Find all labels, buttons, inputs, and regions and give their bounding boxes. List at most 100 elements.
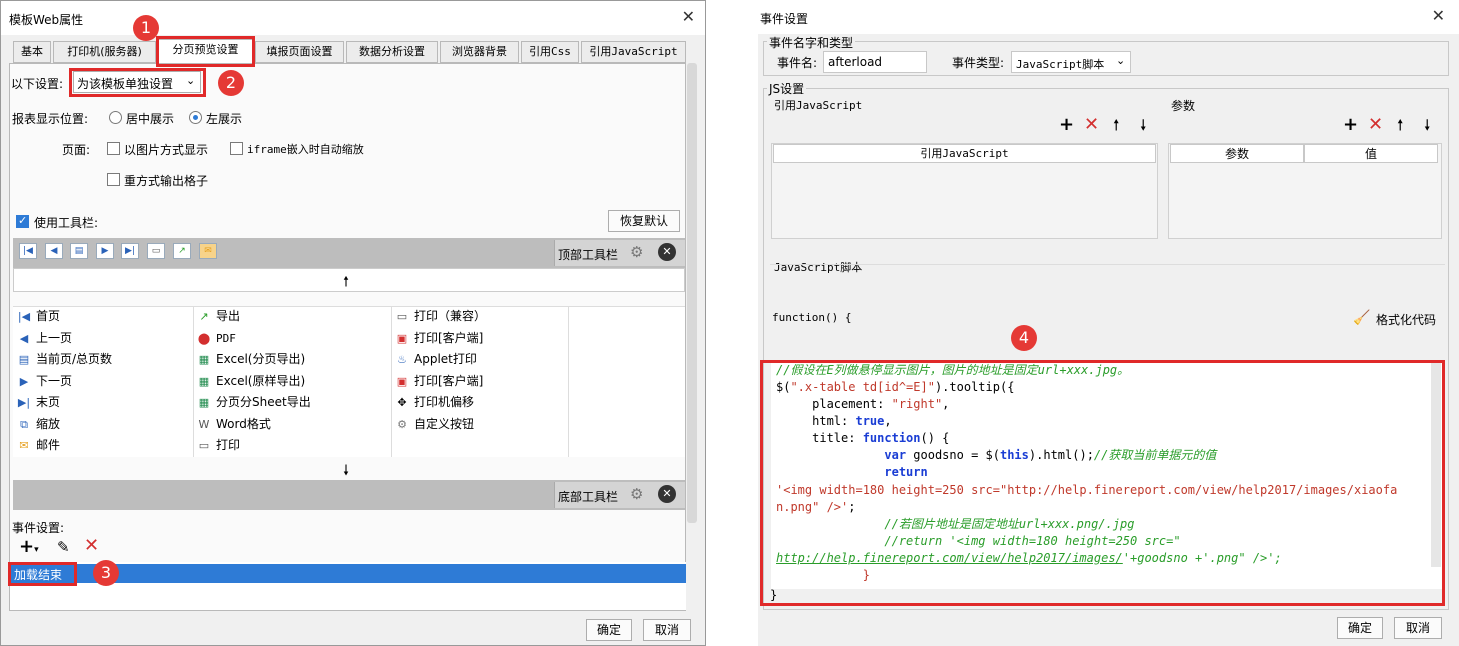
close-icon[interactable]: ✕ (682, 7, 695, 26)
arrow-up-icon[interactable]: 🠕 (1397, 115, 1403, 140)
ok-button[interactable]: 确定 (1337, 617, 1383, 639)
mail-icon[interactable]: ✉ (199, 243, 217, 259)
iframe-checkbox[interactable] (230, 142, 243, 155)
event-label: 事件设置: (12, 521, 65, 535)
pdf-icon: ⬤ (197, 332, 211, 345)
iframe-label: iframe嵌入时自动缩放 (247, 143, 364, 156)
toolbar-items-grid (13, 306, 685, 457)
list-item[interactable]: ⧉ 缩放 (13, 414, 60, 435)
export-icon: ↗ (199, 310, 209, 323)
edit-icon[interactable]: ✎ (57, 538, 70, 556)
next-page-icon: ▶ (19, 375, 29, 388)
zoom-icon: ⧉ (20, 418, 28, 431)
next-page-icon[interactable]: ▶ (96, 243, 114, 259)
ref-js-label: 引用JavaScript (774, 99, 863, 112)
print-icon: ▭ (396, 310, 408, 323)
mail-icon: ✉ (19, 439, 29, 452)
close-circle-icon[interactable]: ✕ (658, 485, 676, 503)
print-icon: ▭ (198, 439, 210, 452)
panel-scrollbar[interactable] (687, 63, 697, 523)
print-icon[interactable]: ▭ (147, 243, 165, 259)
add-icon[interactable]: + (1343, 114, 1358, 135)
tab-printer-server[interactable]: 打印机(服务器) (53, 41, 156, 63)
list-item[interactable]: ⬤ PDF (193, 328, 236, 349)
image-mode-checkbox[interactable] (107, 142, 120, 155)
first-page-icon[interactable]: |◀ (19, 243, 37, 259)
repeat-checkbox[interactable] (107, 173, 120, 186)
arrow-up-icon[interactable]: 🠕 (1113, 115, 1119, 140)
close-icon[interactable]: ✕ (1432, 6, 1445, 25)
list-item[interactable]: ▤ 当前页/总页数 (13, 349, 112, 370)
prev-page-icon: ◀ (19, 332, 29, 345)
gear-icon[interactable]: ⚙ (630, 485, 643, 503)
use-toolbar-checkbox[interactable] (16, 214, 29, 228)
event-name-input[interactable]: afterload (823, 51, 927, 73)
ref-js-header: 引用JavaScript (773, 144, 1156, 163)
arrow-down-icon[interactable]: 🠗 (1140, 115, 1146, 140)
center-radio[interactable] (109, 111, 122, 124)
gear-icon[interactable]: ⚙ (630, 243, 643, 261)
list-item[interactable]: ✥ 打印机偏移 (391, 392, 474, 413)
list-item[interactable]: W Word格式 (193, 414, 271, 435)
list-item[interactable]: ◀ 上一页 (13, 328, 72, 349)
prev-page-icon[interactable]: ◀ (45, 243, 63, 259)
tab-fill-page[interactable]: 填报页面设置 (255, 41, 344, 63)
word-icon: W (198, 418, 210, 431)
tab-browser-bg[interactable]: 浏览器背景 (440, 41, 519, 63)
list-item[interactable]: ⚙ 自定义按钮 (391, 414, 474, 435)
right-dialog-title: 事件设置 (760, 12, 809, 26)
tab-ref-css[interactable]: 引用Css (521, 41, 579, 63)
left-dialog-title: 模板Web属性 (9, 13, 84, 27)
arrow-up-icon: 🠕 (343, 274, 350, 290)
list-item[interactable]: ▦ Excel(分页导出) (193, 349, 305, 370)
tab-basic[interactable]: 基本 (13, 41, 51, 63)
list-item[interactable]: ▶ 下一页 (13, 371, 72, 392)
pdf-print-icon: ▣ (396, 332, 408, 345)
list-item[interactable]: ♨ Applet打印 (391, 349, 477, 370)
tab-ref-javascript[interactable]: 引用JavaScript (581, 41, 686, 63)
list-item[interactable]: ↗ 导出 (193, 306, 240, 327)
list-item[interactable]: ▦ 分页分Sheet导出 (193, 392, 311, 413)
cancel-button[interactable]: 取消 (1394, 617, 1442, 639)
cancel-button[interactable]: 取消 (643, 619, 691, 641)
list-item[interactable]: ▭ 打印（兼容） (391, 306, 486, 327)
right-titlebar: 事件设置 ✕ (758, 0, 1459, 34)
add-icon[interactable]: + (1059, 114, 1074, 135)
page-count-icon[interactable]: ▤ (70, 243, 88, 259)
delete-icon[interactable]: ✕ (1368, 114, 1383, 135)
restore-default-button[interactable]: 恢复默认 (608, 210, 680, 232)
add-icon[interactable]: +▾ (19, 536, 39, 557)
close-circle-icon[interactable]: ✕ (658, 243, 676, 261)
last-page-icon[interactable]: ▶| (121, 243, 139, 259)
move-icon: ✥ (397, 396, 407, 409)
tab-data-analysis[interactable]: 数据分析设置 (346, 41, 438, 63)
broom-icon[interactable]: 🧹 (1353, 310, 1370, 326)
excel-icon: ▦ (198, 375, 210, 388)
list-item[interactable]: ▭ 打印 (193, 435, 240, 456)
list-item[interactable]: ▦ Excel(原样导出) (193, 371, 305, 392)
function-decl: function() { (772, 311, 852, 324)
export-icon[interactable]: ↗ (173, 243, 191, 259)
list-item[interactable]: ▣ 打印[客户端] (391, 371, 484, 392)
delete-icon[interactable]: ✕ (84, 535, 99, 556)
setting-label: 以下设置: (11, 77, 64, 91)
repeat-label: 重方式输出格子 (124, 174, 209, 188)
script-divider (770, 264, 1445, 265)
delete-icon[interactable]: ✕ (1084, 114, 1099, 135)
bottom-toolbar-label: 底部工具栏 (558, 490, 619, 504)
image-mode-label: 以图片方式显示 (124, 143, 209, 157)
event-type-select[interactable]: JavaScript脚本 ⌄ (1011, 51, 1131, 73)
pdf-print-icon: ▣ (396, 375, 408, 388)
ok-button[interactable]: 确定 (586, 619, 632, 641)
list-item[interactable]: ▣ 打印[客户端] (391, 328, 484, 349)
param-header: 参数 (1170, 144, 1304, 163)
first-page-icon: |◀ (17, 310, 31, 323)
left-radio[interactable] (189, 111, 202, 124)
badge-1: 1 (133, 15, 159, 41)
arrow-down-icon[interactable]: 🠗 (1424, 115, 1430, 140)
list-item[interactable]: |◀ 首页 (13, 306, 60, 327)
list-item[interactable]: ▶| 末页 (13, 392, 60, 413)
event-type-label: 事件类型: (952, 56, 1005, 70)
list-item[interactable]: ✉ 邮件 (13, 435, 60, 456)
format-code-button[interactable]: 格式化代码 (1376, 311, 1436, 328)
